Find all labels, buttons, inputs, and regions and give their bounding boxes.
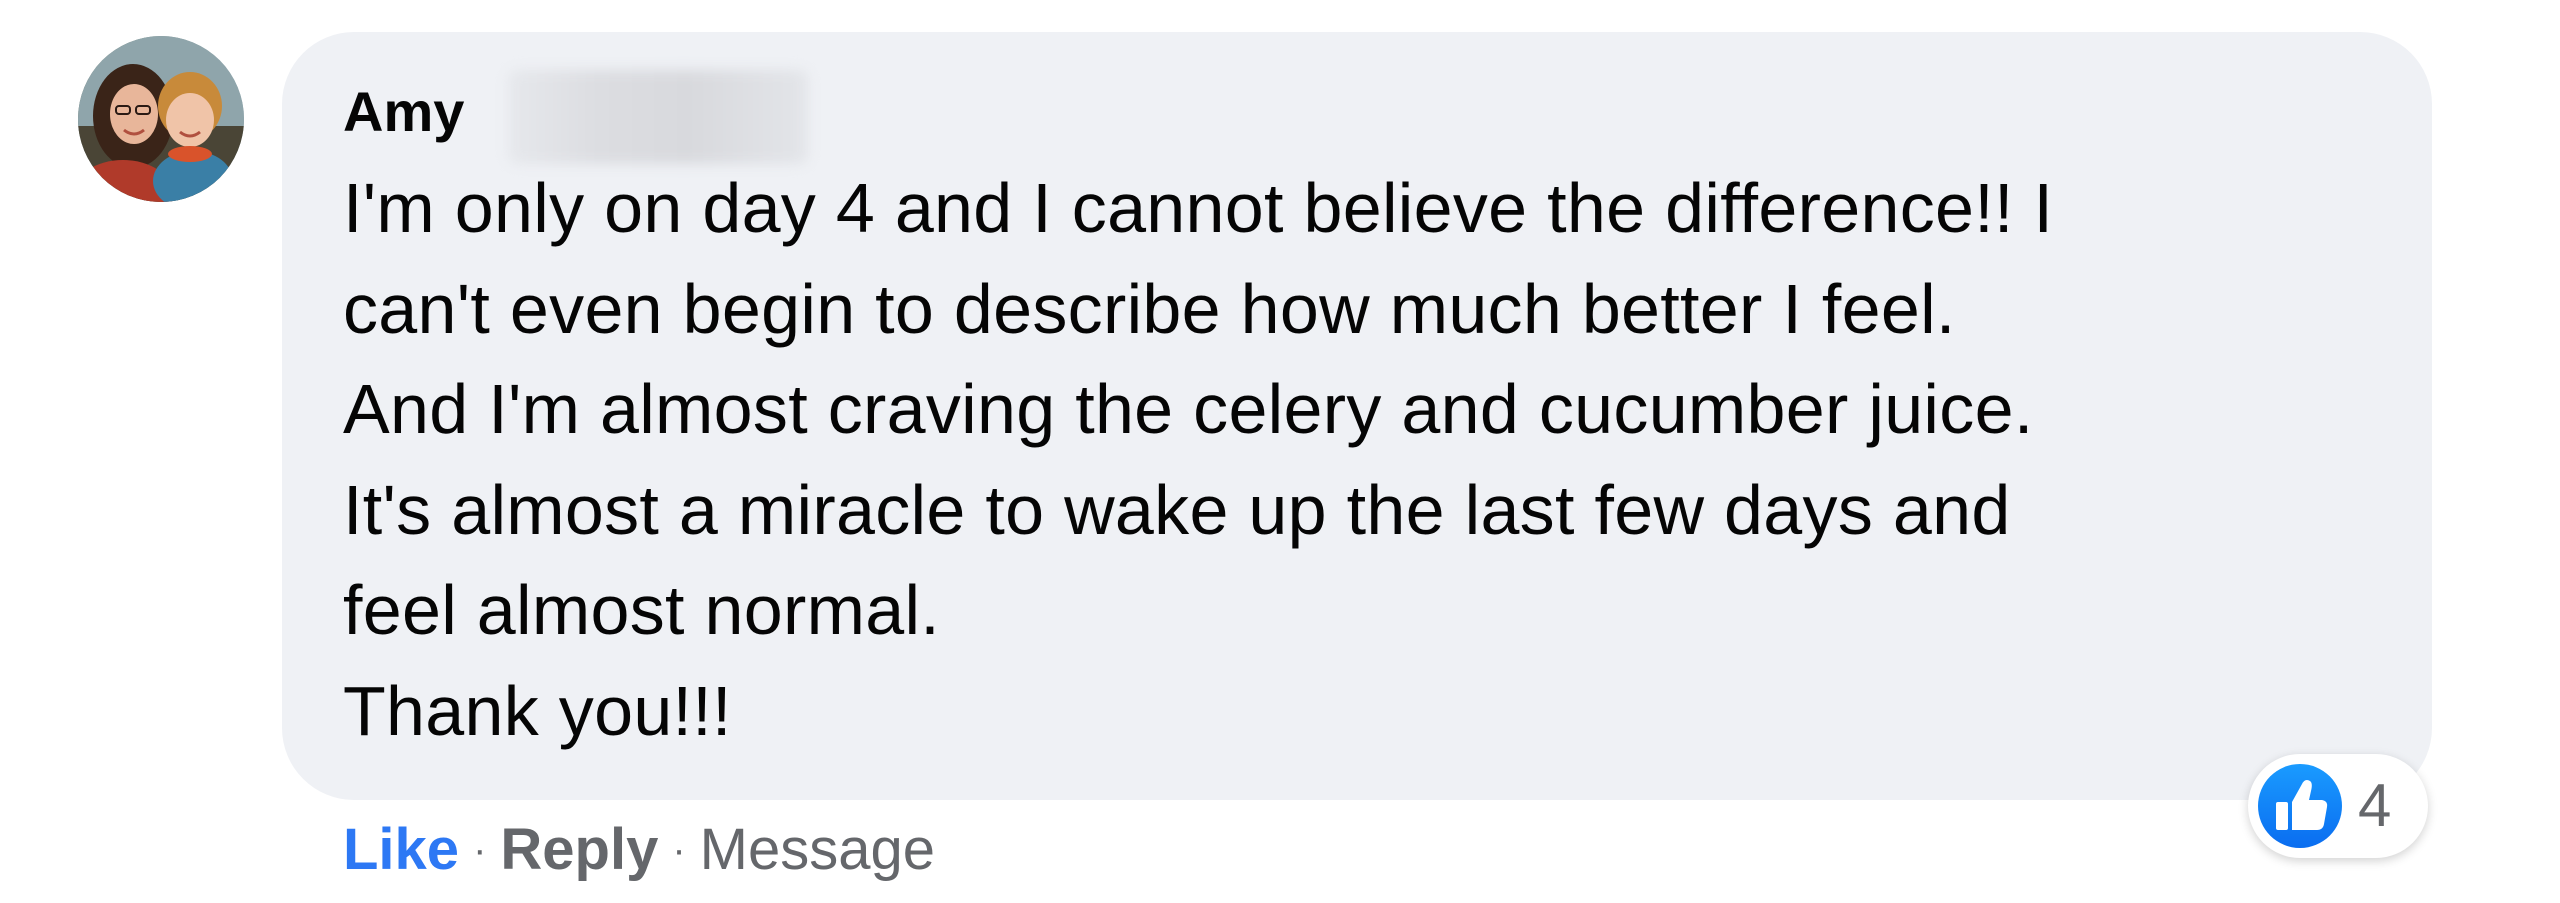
comment-actions: Like · Reply · Message <box>343 810 935 896</box>
comment-line: I'm only on day 4 and I cannot believe t… <box>343 169 2054 247</box>
thumbs-up-icon <box>2258 764 2342 848</box>
comment-line: And I'm almost craving the celery and cu… <box>343 370 2034 448</box>
message-button[interactable]: Message <box>700 817 935 882</box>
avatar[interactable] <box>78 36 244 202</box>
avatar-photo-icon <box>78 36 244 202</box>
comment-line: Thank you!!! <box>343 671 732 750</box>
reaction-count: 4 <box>2358 772 2392 839</box>
comment-body: I'm only on day 4 and I cannot believe t… <box>343 158 2423 761</box>
comment: Amy I'm only on day 4 and I cannot belie… <box>0 0 2560 903</box>
redacted-surname <box>508 70 808 164</box>
comment-line: can't even begin to describe how much be… <box>343 269 1956 348</box>
separator-dot: · <box>473 828 487 872</box>
reactions-summary[interactable]: 4 <box>2248 754 2428 858</box>
reply-button[interactable]: Reply <box>500 817 658 882</box>
like-button[interactable]: Like <box>343 817 459 882</box>
comment-line: It's almost a miracle to wake up the las… <box>343 470 2011 549</box>
separator-dot: · <box>672 828 686 872</box>
author-name[interactable]: Amy <box>343 76 464 148</box>
comment-line: feel almost normal. <box>343 571 941 649</box>
